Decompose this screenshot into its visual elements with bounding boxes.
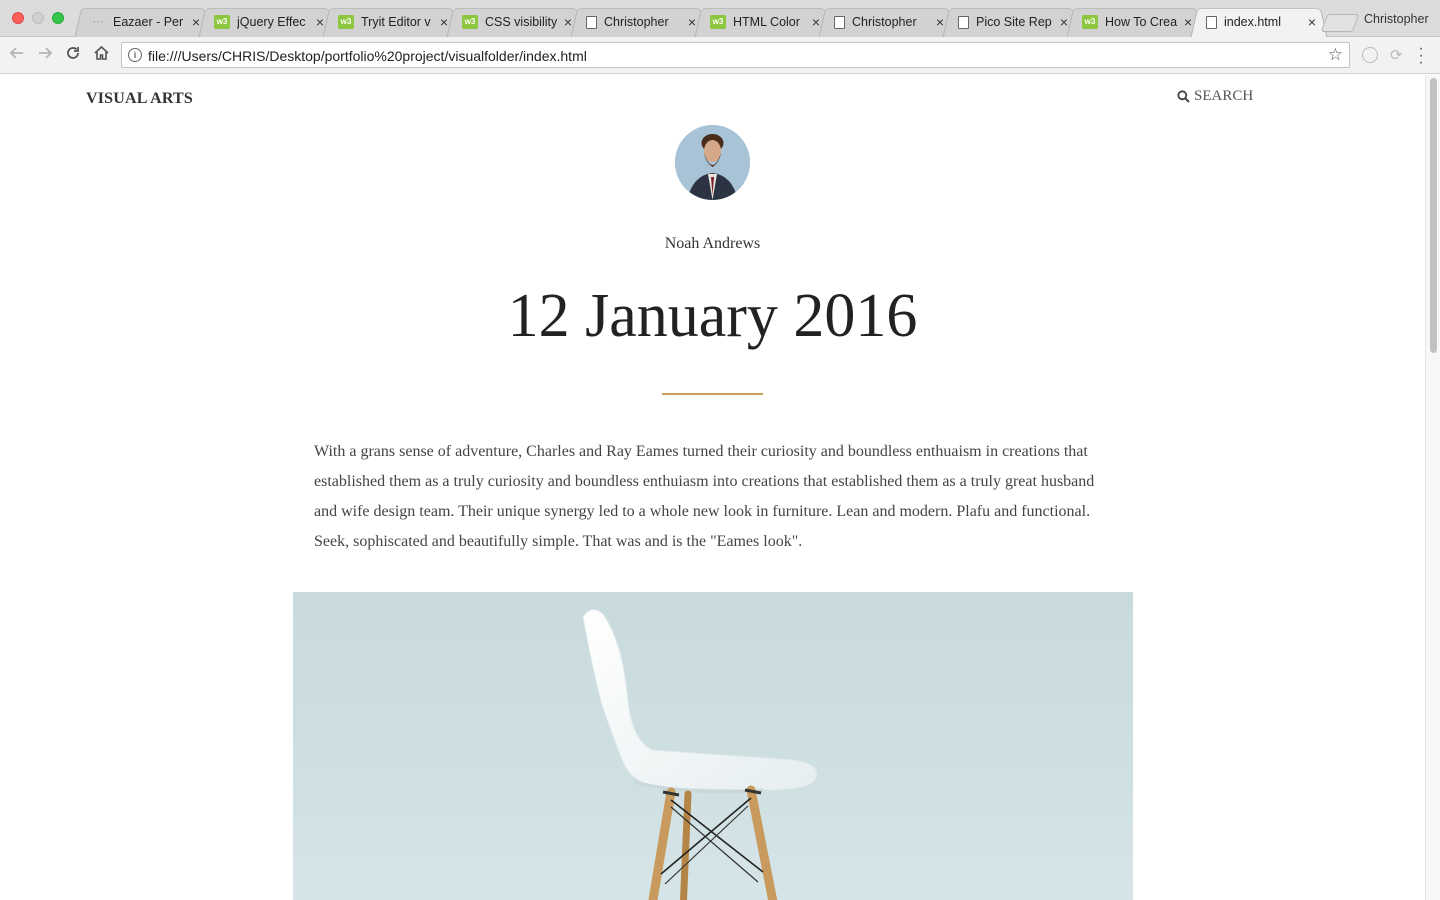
- eames-chair-image: [582, 609, 818, 900]
- minimize-window-button[interactable]: [32, 12, 44, 24]
- browser-tab[interactable]: index.html ×: [1206, 8, 1316, 36]
- browser-tab[interactable]: Christopher ×: [834, 8, 944, 36]
- browser-tab[interactable]: w3 How To Crea ×: [1082, 8, 1192, 36]
- accent-divider: [662, 393, 763, 395]
- bookmark-star-icon[interactable]: ☆: [1328, 45, 1343, 65]
- tab-close-icon[interactable]: ×: [1060, 14, 1068, 30]
- browser-tab[interactable]: w3 jQuery Effec ×: [214, 8, 324, 36]
- home-icon[interactable]: [90, 45, 112, 67]
- maximize-window-button[interactable]: [52, 12, 64, 24]
- dots-icon: ···: [92, 16, 104, 28]
- browser-tab[interactable]: ··· Eazaer - Per ×: [90, 8, 201, 36]
- profile-name[interactable]: Christopher: [1364, 12, 1429, 26]
- search-icon: [1177, 90, 1190, 103]
- tab-title: index.html: [1224, 15, 1281, 29]
- browser-tab[interactable]: Pico Site Rep ×: [958, 8, 1068, 36]
- w3schools-icon: w3: [462, 15, 478, 29]
- tab-close-icon[interactable]: ×: [440, 14, 448, 30]
- browser-tab[interactable]: Christopher ×: [586, 8, 696, 36]
- tab-title: Christopher: [852, 15, 917, 29]
- page-viewport: VISUAL ARTS SEARCH Noah Andrews 12 Janua…: [0, 75, 1425, 900]
- tab-close-icon[interactable]: ×: [564, 14, 572, 30]
- post-date-heading: 12 January 2016: [507, 282, 918, 350]
- more-menu-icon[interactable]: · · ·: [1416, 41, 1426, 71]
- tab-close-icon[interactable]: ×: [1184, 14, 1192, 30]
- tab-title: Eazaer - Per: [113, 15, 184, 29]
- tab-close-icon[interactable]: ×: [688, 14, 696, 30]
- search-label: SEARCH: [1194, 88, 1254, 104]
- tab-close-icon[interactable]: ×: [316, 14, 324, 30]
- site-title[interactable]: VISUAL ARTS: [86, 90, 193, 108]
- w3schools-icon: w3: [214, 15, 230, 29]
- avatar: [675, 125, 750, 200]
- tab-close-icon[interactable]: ×: [192, 14, 200, 30]
- tab-close-icon[interactable]: ×: [812, 14, 820, 30]
- author-portrait-image: [675, 125, 750, 200]
- w3schools-icon: w3: [1082, 15, 1098, 29]
- hero-image: [293, 592, 1133, 900]
- info-icon[interactable]: i: [128, 48, 142, 62]
- browser-tab[interactable]: w3 Tryit Editor v ×: [338, 8, 448, 36]
- extension-refresh-icon[interactable]: ⟳: [1390, 46, 1403, 64]
- tab-title: How To Crea: [1105, 15, 1178, 29]
- tab-title: Pico Site Rep: [976, 15, 1052, 29]
- tab-close-icon[interactable]: ×: [1308, 14, 1316, 30]
- document-icon: [586, 15, 597, 29]
- url-text[interactable]: file:///Users/CHRIS/Desktop/portfolio%20…: [148, 48, 587, 64]
- extension-icon[interactable]: [1362, 47, 1378, 63]
- browser-tab[interactable]: w3 HTML Color ×: [710, 8, 820, 36]
- forward-icon[interactable]: [34, 45, 56, 67]
- w3schools-icon: w3: [338, 15, 354, 29]
- document-icon: [958, 15, 969, 29]
- address-bar[interactable]: i file:///Users/CHRIS/Desktop/portfolio%…: [121, 42, 1350, 68]
- new-tab-button[interactable]: [1320, 14, 1360, 32]
- post-author: Noah Andrews: [664, 235, 761, 252]
- document-icon: [834, 15, 845, 29]
- w3schools-icon: w3: [710, 15, 726, 29]
- tab-title: HTML Color: [733, 15, 800, 29]
- scrollbar-thumb[interactable]: [1430, 78, 1437, 353]
- browser-toolbar: i file:///Users/CHRIS/Desktop/portfolio%…: [0, 37, 1440, 74]
- browser-tab[interactable]: w3 CSS visibility ×: [462, 8, 572, 36]
- post-body-text: With a grans sense of adventure, Charles…: [314, 443, 1095, 550]
- reload-icon[interactable]: [62, 45, 84, 67]
- page-scrollbar[interactable]: [1425, 75, 1440, 900]
- back-icon[interactable]: [6, 45, 28, 67]
- search-link[interactable]: SEARCH: [1177, 88, 1253, 105]
- close-window-button[interactable]: [12, 12, 24, 24]
- browser-tab-strip: ··· Eazaer - Per × w3 jQuery Effec × w3 Tryit E…: [0, 0, 1440, 38]
- tab-title: jQuery Effec: [237, 15, 306, 29]
- tab-close-icon[interactable]: ×: [936, 14, 944, 30]
- tab-title: Tryit Editor v: [361, 15, 431, 29]
- document-icon: [1206, 15, 1217, 29]
- tab-title: CSS visibility: [485, 15, 558, 29]
- tab-title: Christopher: [604, 15, 669, 29]
